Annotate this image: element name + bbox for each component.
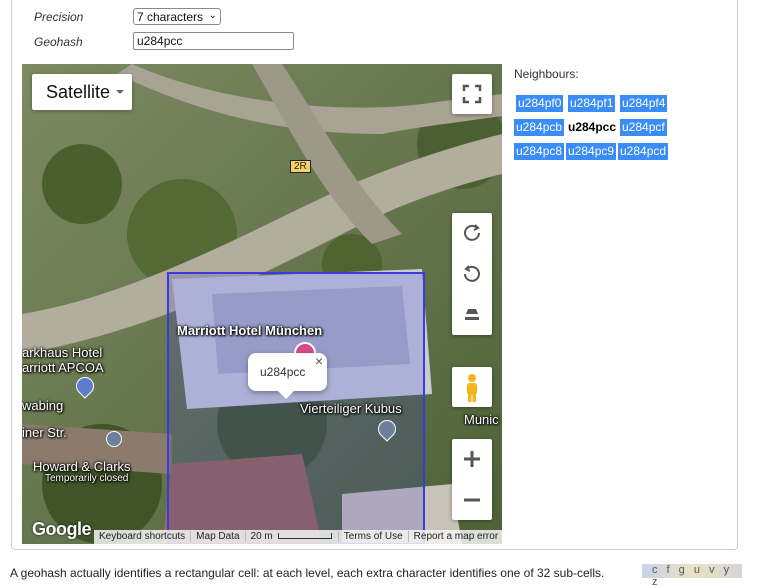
- swabing-label: wabing: [22, 398, 64, 413]
- keyboard-shortcuts-link[interactable]: Keyboard shortcuts: [94, 531, 190, 542]
- caret-down-icon: [116, 90, 124, 94]
- rotate-counterclockwise-button[interactable]: [452, 254, 492, 294]
- neighbour-cell-sw[interactable]: u284pc8: [514, 143, 565, 160]
- zoom-out-button[interactable]: [452, 480, 492, 520]
- map-attribution: Keyboard shortcuts Map Data 20 m Terms of U…: [94, 530, 502, 544]
- street-label: iner Str.: [22, 425, 67, 440]
- zoom-controls: [452, 439, 492, 520]
- neighbour-cell-ne[interactable]: u284pf4: [620, 95, 668, 112]
- geohash-explanation: A geohash actually identifies a rectangu…: [10, 566, 605, 580]
- scale-label[interactable]: 20 m: [244, 531, 278, 542]
- hotel-label: Marriott Hotel München: [177, 323, 323, 338]
- map-type-label: Satellite: [46, 82, 111, 102]
- report-error-link[interactable]: Report a map error: [407, 531, 502, 542]
- terms-link[interactable]: Terms of Use: [337, 531, 408, 542]
- street-view-button[interactable]: [452, 367, 492, 407]
- shop-pin-icon[interactable]: [106, 431, 122, 447]
- tilt-icon: [465, 309, 479, 320]
- shop-label: Howard & Clarks: [33, 459, 131, 474]
- neighbours-title: Neighbours:: [514, 67, 579, 81]
- info-window-tail: [278, 391, 294, 399]
- camera-controls: [452, 213, 492, 335]
- shop-status: Temporarily closed: [45, 473, 129, 484]
- fullscreen-icon: [462, 84, 482, 104]
- geohash-label: Geohash: [34, 35, 83, 49]
- neighbour-cell-nw[interactable]: u284pf0: [516, 95, 564, 112]
- neighbour-cell-s[interactable]: u284pc9: [566, 143, 617, 160]
- munich-label: Munic: [464, 412, 499, 427]
- plus-icon: [464, 451, 480, 467]
- neighbour-cell-se[interactable]: u284pcd: [618, 143, 669, 160]
- chevron-down-icon: ⌄: [208, 10, 217, 21]
- neighbour-cell-w[interactable]: u284pcb: [514, 119, 565, 136]
- fullscreen-button[interactable]: [452, 74, 492, 114]
- zoom-in-button[interactable]: [452, 439, 492, 479]
- kubus-label: Vierteiliger Kubus: [300, 401, 402, 416]
- minus-icon: [464, 498, 480, 502]
- pegman-icon: [467, 374, 477, 402]
- parkhaus-label-2: arriott APCOA: [22, 360, 104, 375]
- map-type-button[interactable]: Satellite: [32, 74, 132, 110]
- rotate-cw-icon: [464, 224, 480, 241]
- precision-label: Precision: [34, 10, 84, 24]
- precision-select[interactable]: 7 characters ⌄: [133, 8, 221, 25]
- neighbour-cell-e[interactable]: u284pcf: [620, 119, 667, 136]
- rotate-ccw-icon: [464, 265, 480, 282]
- current-cell: u284pcc: [566, 119, 619, 136]
- map-view[interactable]: Satellite 2R Marriott Hotel München arkh…: [22, 64, 502, 544]
- geohash-info-window: u284pcc ×: [248, 353, 327, 399]
- map-data-link[interactable]: Map Data: [190, 531, 245, 542]
- info-window-label: u284pcc: [260, 365, 306, 379]
- scale-bar: [277, 533, 332, 540]
- tilt-button[interactable]: [452, 295, 492, 335]
- parkhaus-label-1: arkhaus Hotel: [22, 345, 103, 360]
- google-logo: Google: [32, 519, 92, 539]
- close-icon[interactable]: ×: [315, 353, 323, 369]
- neighbour-cell-n[interactable]: u284pf1: [568, 95, 616, 112]
- road-badge: 2R: [290, 160, 311, 173]
- rotate-clockwise-button[interactable]: [452, 213, 492, 253]
- precision-value: 7 characters: [137, 10, 204, 24]
- geohash-input[interactable]: [133, 32, 294, 50]
